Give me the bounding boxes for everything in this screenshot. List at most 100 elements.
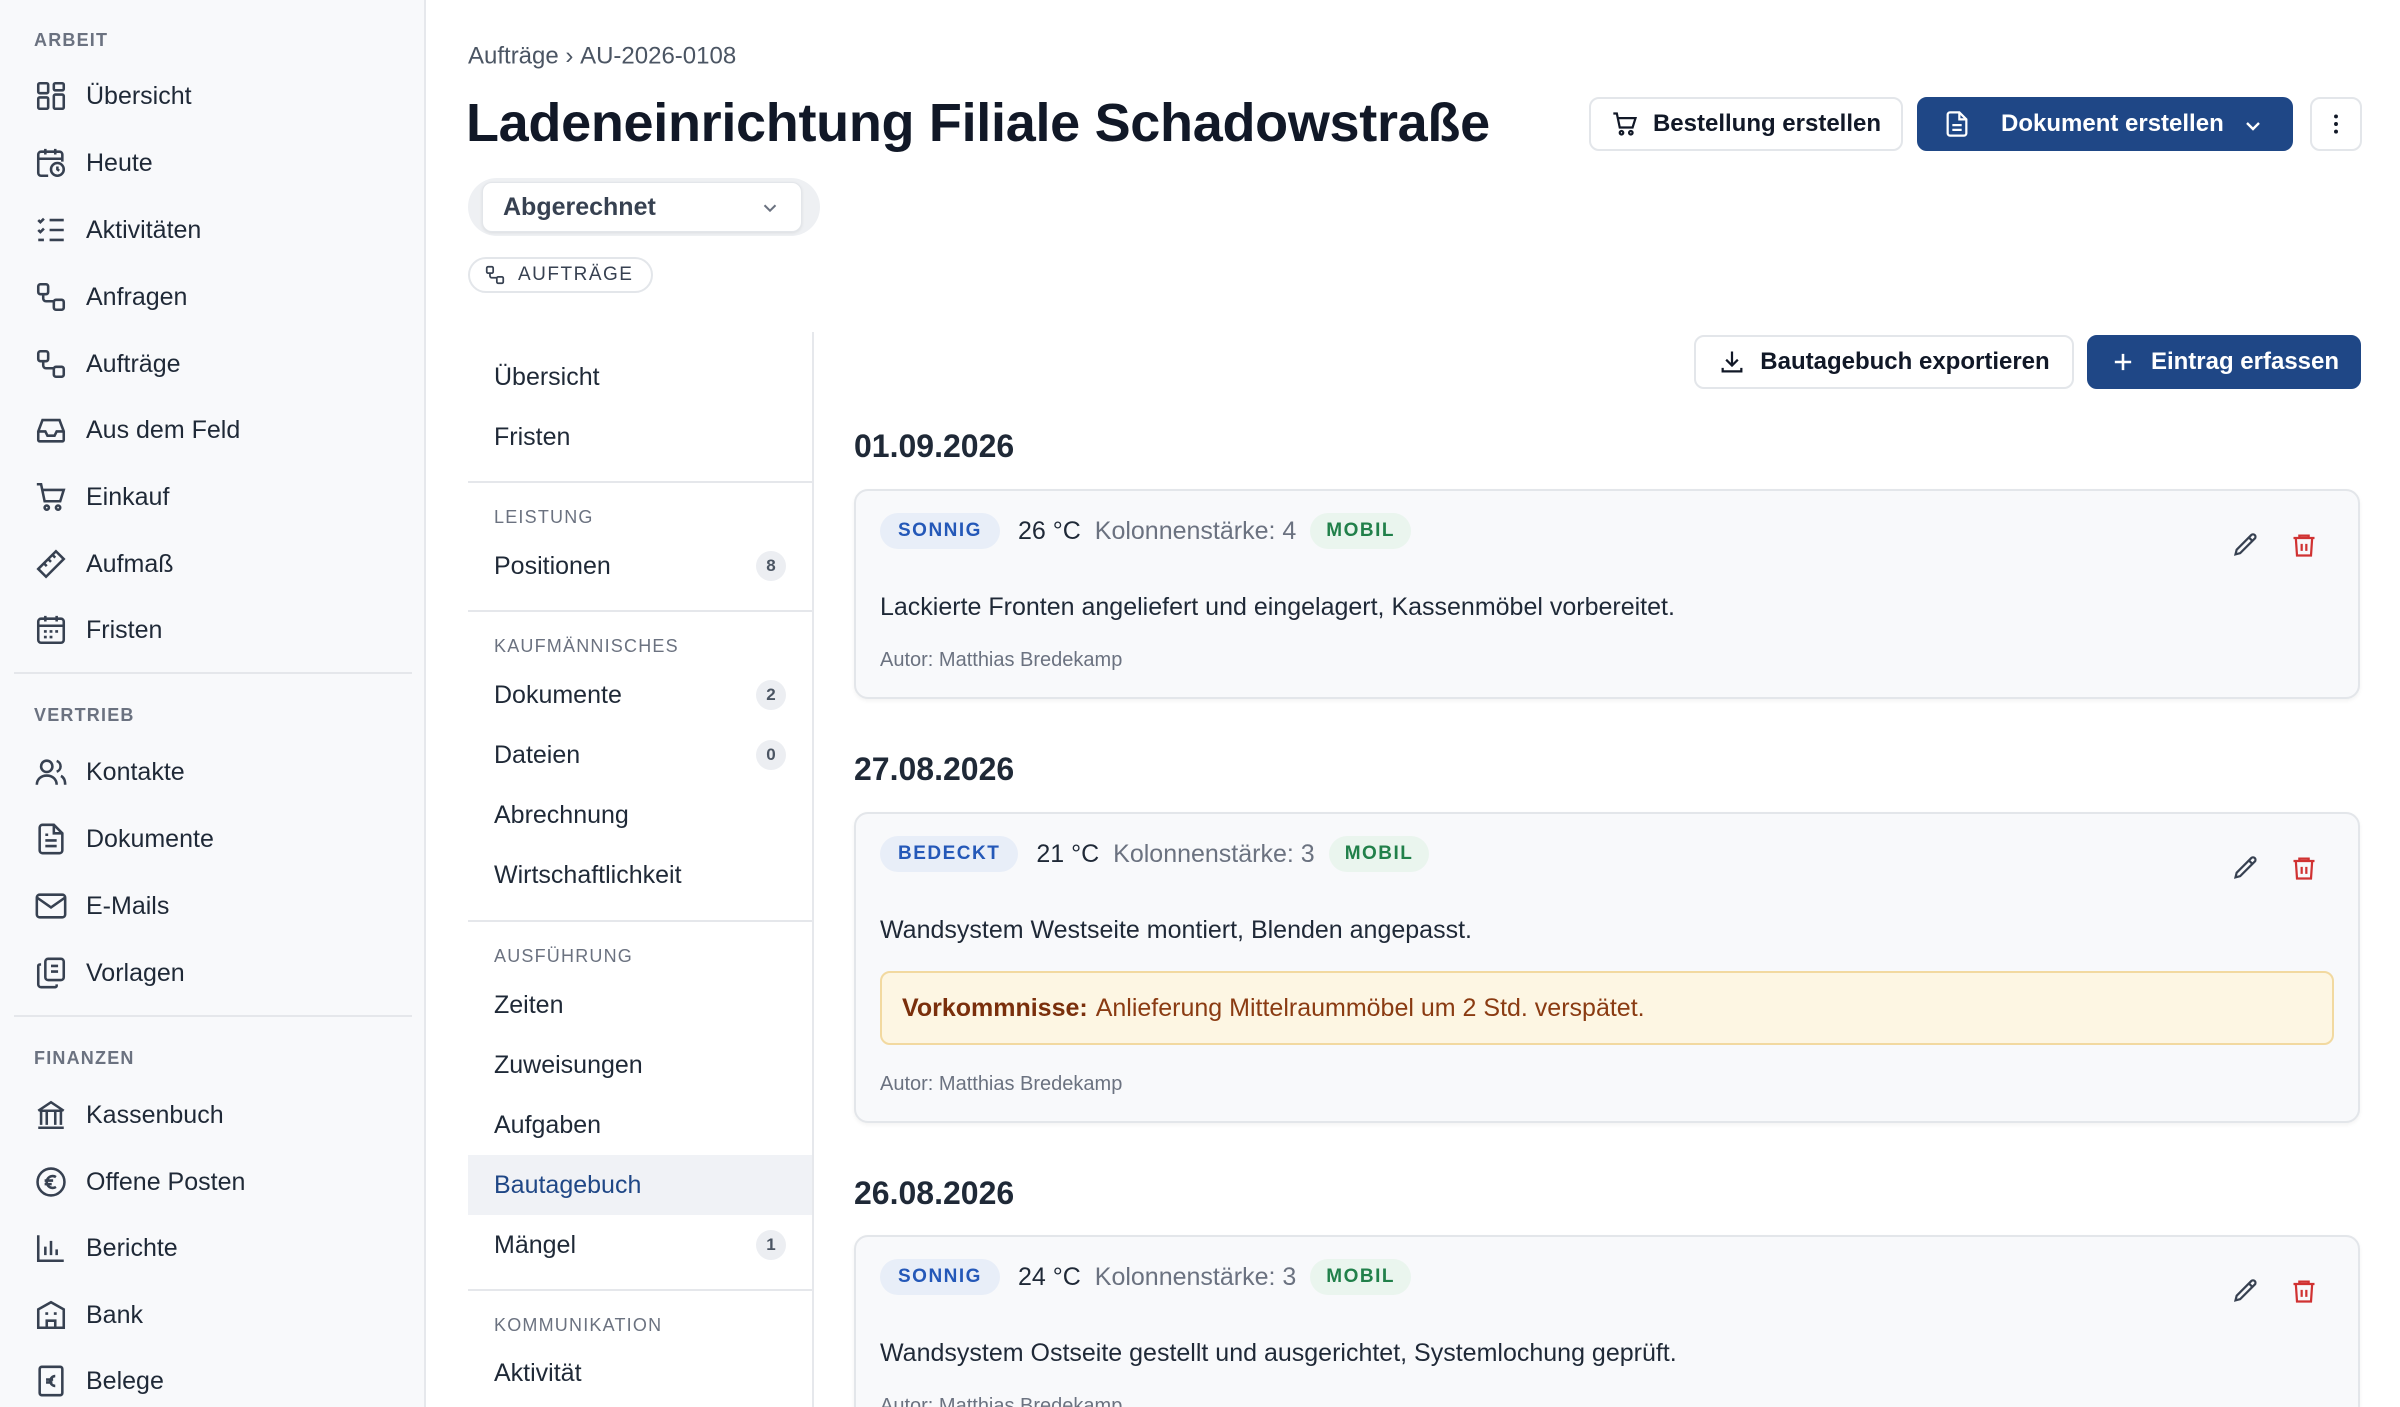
subnav-item-uebersicht[interactable]: Übersicht [468,347,812,407]
status-select[interactable]: Abgerechnet [482,182,802,232]
sidebar-item-label: Bank [86,1300,143,1329]
sidebar-item-anfragen[interactable]: Anfragen [18,270,408,324]
edit-entry-button[interactable] [2226,848,2266,888]
count-badge: 8 [756,551,786,581]
more-options-button[interactable] [2310,97,2362,151]
subnav-item-fristen[interactable]: Fristen [468,407,812,467]
subnav-item-label: Übersicht [494,362,600,391]
status-container: Abgerechnet [468,178,820,236]
subnav-item-aktivitaet[interactable]: Aktivität [468,1343,812,1403]
subnav-item-bautagebuch[interactable]: Bautagebuch [468,1155,812,1215]
sidebar-item-aktivitaeten[interactable]: Aktivitäten [18,203,408,257]
sidebar-item-dokumente[interactable]: Dokumente [18,812,408,866]
edit-entry-button[interactable] [2226,525,2266,565]
sidebar-item-label: Belege [86,1366,164,1395]
document-icon [38,823,64,855]
crew-size: Kolonnenstärke: 3 [1094,1262,1297,1291]
sidebar-section-vertrieb: VERTRIEB [34,705,135,725]
subnav-item-label: Positionen [494,551,611,580]
mail-icon [35,893,67,919]
sidebar-item-offene-posten[interactable]: Offene Posten [18,1155,408,1209]
sidebar-item-kassenbuch[interactable]: Kassenbuch [18,1088,408,1142]
subnav-item-label: Aufgaben [494,1110,602,1139]
users-icon [35,759,67,785]
sidebar-item-label: Offene Posten [86,1167,246,1196]
chevron-down-icon[interactable] [2241,114,2265,138]
delete-entry-button[interactable] [2284,1271,2324,1311]
breadcrumb-current: AU-2026-0108 [580,42,737,70]
edit-entry-button[interactable] [2226,1271,2266,1311]
download-icon [1721,351,1743,373]
sidebar-item-aufmass[interactable]: Aufmaß [18,537,408,591]
sidebar-item-auftraege[interactable]: Aufträge [18,337,408,391]
sidebar-item-emails[interactable]: E-Mails [18,879,408,933]
subnav-section-leistung: LEISTUNG [494,507,594,527]
plus-icon [2114,353,2132,371]
sub-navigation: Übersicht Fristen LEISTUNG Positionen 8 … [468,332,814,1407]
sidebar-item-label: Anfragen [86,282,188,311]
subnav-item-wirtschaftlichkeit[interactable]: Wirtschaftlichkeit [468,845,812,905]
sidebar-item-uebersicht[interactable]: Übersicht [18,69,408,123]
sidebar-item-label: Aus dem Feld [86,415,241,444]
temperature: 26 °C [1017,516,1081,545]
sidebar-item-label: Vorlagen [86,958,185,987]
chevron-down-icon [763,204,777,213]
subnav-item-dokumente[interactable]: Dokumente 2 [468,665,812,725]
create-order-label: Bestellung erstellen [1652,110,1882,137]
subnav-item-dateien[interactable]: Dateien 0 [468,725,812,785]
mobility-badge: MOBIL [1328,836,1430,872]
add-entry-button[interactable]: Eintrag erfassen [2087,335,2361,389]
breadcrumb-parent-link[interactable]: Aufträge [468,43,559,70]
subnav-item-positionen[interactable]: Positionen 8 [468,536,812,596]
subnav-item-label: Dateien [494,740,581,769]
create-document-button[interactable]: Dokument erstellen [1917,97,2293,151]
subnav-item-zuweisungen[interactable]: Zuweisungen [468,1035,812,1095]
cart-icon [36,482,66,512]
crew-size: Kolonnenstärke: 3 [1113,839,1315,868]
subnav-item-zeiten[interactable]: Zeiten [468,975,812,1035]
sidebar-item-bank[interactable]: Bank [18,1288,408,1342]
sidebar-item-heute[interactable]: Heute [18,136,408,190]
export-diary-label: Bautagebuch exportieren [1760,348,2050,375]
subnav-item-label: Aktivität [494,1358,582,1387]
sidebar-item-label: Berichte [86,1233,178,1262]
temperature: 21 °C [1036,839,1100,868]
module-tag: AUFTRÄGE [468,257,654,293]
bank-icon [37,1100,65,1130]
entry-author: Autor: Matthias Bredekamp [880,649,1123,671]
delete-entry-button[interactable] [2284,525,2324,565]
delete-entry-button[interactable] [2284,848,2324,888]
sidebar-item-kontakte[interactable]: Kontakte [18,745,408,799]
entry-meta: SONNIG 26 °C Kolonnenstärke: 4 MOBIL [880,511,1412,551]
calendar-clock-icon [36,148,66,178]
calendar-icon [36,615,66,645]
subnav-divider [468,610,812,612]
sidebar-item-fristen[interactable]: Fristen [18,603,408,657]
sidebar-item-aus-dem-feld[interactable]: Aus dem Feld [18,403,408,457]
sidebar-item-vorlagen[interactable]: Vorlagen [18,946,408,1000]
subnav-item-aufgaben[interactable]: Aufgaben [468,1095,812,1155]
entry-text: Wandsystem Westseite montiert, Blenden a… [880,916,1472,944]
subnav-section-kaufmaennisches: KAUFMÄNNISCHES [494,636,679,656]
workflow-icon [485,265,505,285]
sidebar-section-finanzen: FINANZEN [34,1048,135,1068]
cart-icon [1613,112,1637,136]
subnav-divider [468,481,812,483]
diary-entry-card: SONNIG 24 °C Kolonnenstärke: 3 MOBIL Wan… [854,1235,2360,1407]
sidebar-item-einkauf[interactable]: Einkauf [18,470,408,524]
weather-badge: SONNIG [880,513,1000,549]
create-order-button[interactable]: Bestellung erstellen [1589,97,1903,151]
sidebar-item-berichte[interactable]: Berichte [18,1221,408,1275]
subnav-item-label: Bautagebuch [494,1170,642,1199]
weather-badge: SONNIG [880,1259,1000,1295]
diary-entry-card: SONNIG 26 °C Kolonnenstärke: 4 MOBIL Lac… [854,489,2360,699]
sidebar-divider [14,672,412,674]
pencil-icon [2233,1279,2257,1302]
entry-meta: SONNIG 24 °C Kolonnenstärke: 3 MOBIL [880,1257,1412,1297]
sidebar-item-belege[interactable]: Belege [18,1354,408,1407]
entry-date: 26.08.2026 [854,1175,1015,1211]
subnav-item-maengel[interactable]: Mängel 1 [468,1215,812,1275]
entry-author: Autor: Matthias Bredekamp [880,1073,1123,1095]
subnav-item-abrechnung[interactable]: Abrechnung [468,785,812,845]
export-diary-button[interactable]: Bautagebuch exportieren [1694,335,2074,389]
